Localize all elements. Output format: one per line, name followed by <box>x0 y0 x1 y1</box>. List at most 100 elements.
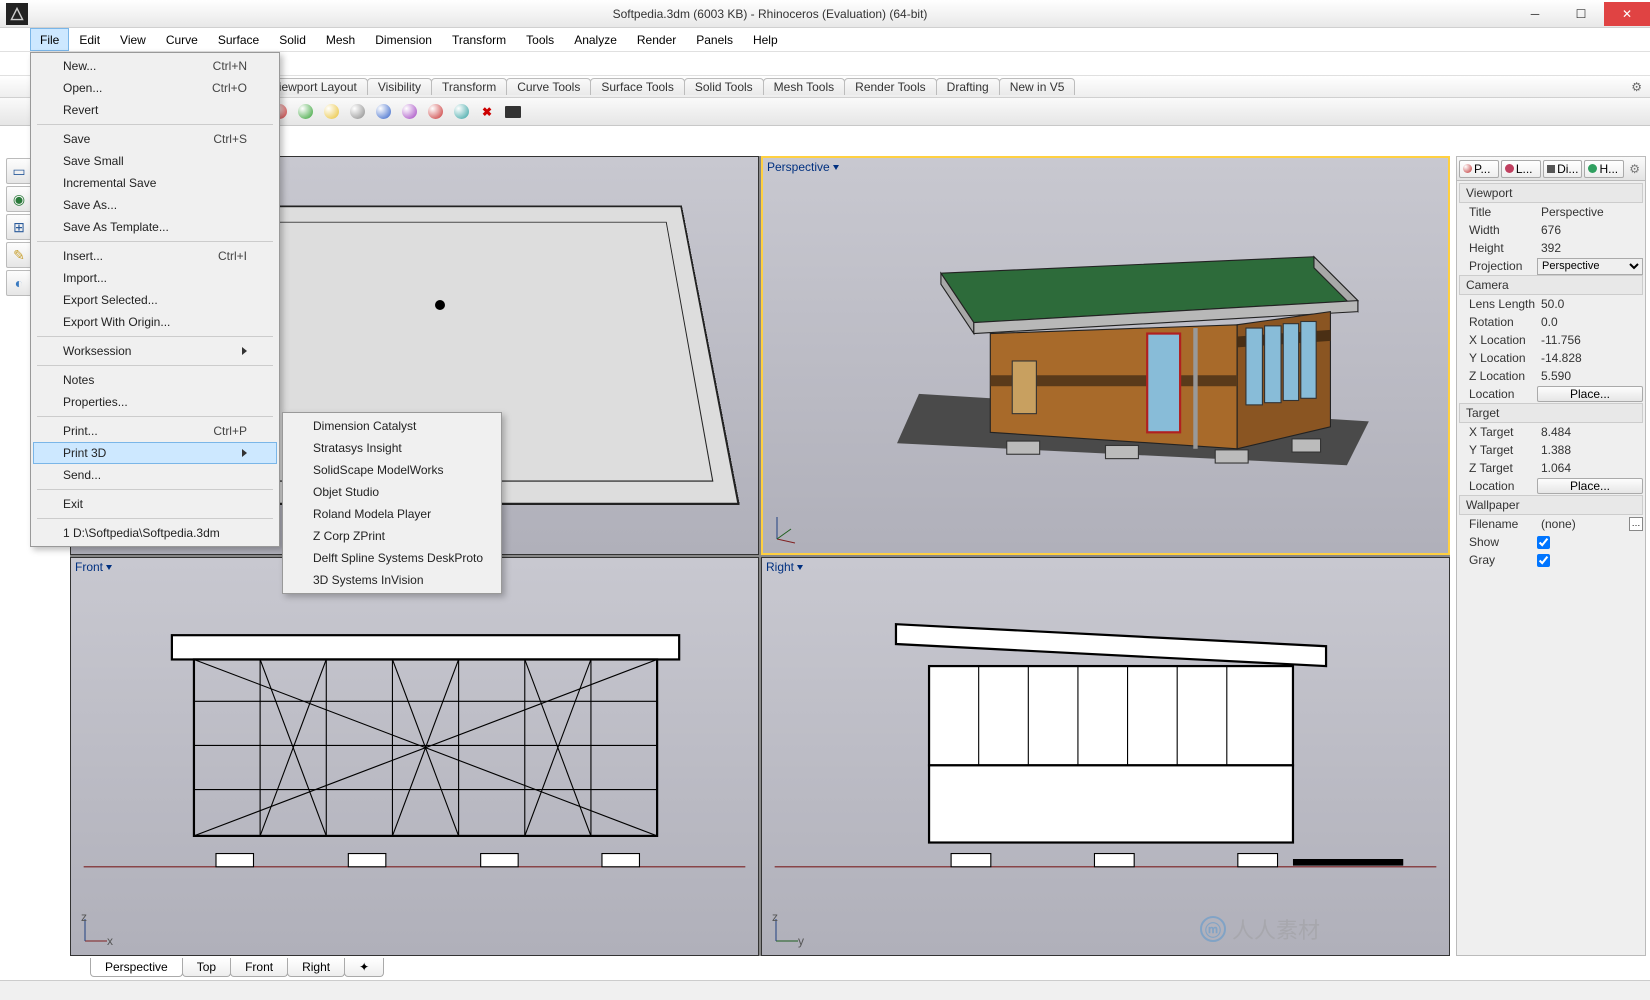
menu-edit[interactable]: Edit <box>69 28 110 51</box>
property-label: Y Location <box>1459 351 1537 365</box>
add-view-tab[interactable]: ✦ <box>344 958 384 977</box>
menu-item[interactable]: Open...Ctrl+O <box>33 77 277 99</box>
toolbar-tab[interactable]: Render Tools <box>844 78 937 95</box>
menu-item[interactable]: Send... <box>33 464 277 486</box>
tool-icon[interactable] <box>398 101 420 123</box>
chevron-down-icon[interactable] <box>797 565 803 570</box>
view-tab[interactable]: Perspective <box>90 958 183 977</box>
menu-surface[interactable]: Surface <box>208 28 269 51</box>
tool-monitor-icon[interactable] <box>502 101 524 123</box>
menu-item[interactable]: Insert...Ctrl+I <box>33 245 277 267</box>
menu-item[interactable]: Incremental Save <box>33 172 277 194</box>
menu-analyze[interactable]: Analyze <box>564 28 627 51</box>
toolbar-tab[interactable]: Drafting <box>936 78 1000 95</box>
menu-item[interactable]: Properties... <box>33 391 277 413</box>
viewport-front[interactable]: Front xz <box>70 557 759 956</box>
chevron-down-icon[interactable] <box>833 165 839 170</box>
place-button[interactable]: Place... <box>1537 478 1643 494</box>
menu-item[interactable]: Exit <box>33 493 277 515</box>
place-button[interactable]: Place... <box>1537 386 1643 402</box>
projection-select[interactable]: Perspective <box>1537 258 1643 275</box>
chevron-down-icon[interactable] <box>106 565 112 570</box>
menu-item[interactable]: Print 3D <box>33 442 277 464</box>
menu-help[interactable]: Help <box>743 28 788 51</box>
tool-icon[interactable] <box>294 101 316 123</box>
close-button[interactable]: ✕ <box>1604 2 1650 26</box>
menu-item[interactable]: Notes <box>33 369 277 391</box>
menu-item[interactable]: SolidScape ModelWorks <box>285 459 499 481</box>
menu-item[interactable]: Print...Ctrl+P <box>33 420 277 442</box>
svg-text:z: z <box>772 910 778 924</box>
tool-icon[interactable] <box>424 101 446 123</box>
menu-item[interactable]: Save As... <box>33 194 277 216</box>
viewport-right[interactable]: Right yz <box>761 557 1450 956</box>
tool-icon[interactable] <box>372 101 394 123</box>
menu-item[interactable]: Save Small <box>33 150 277 172</box>
menu-dimension[interactable]: Dimension <box>365 28 442 51</box>
viewport-perspective[interactable]: Perspective <box>761 156 1450 555</box>
toolbar-tab[interactable]: Curve Tools <box>506 78 591 95</box>
menu-item[interactable]: Worksession <box>33 340 277 362</box>
viewport-label[interactable]: Front <box>75 560 103 574</box>
menu-item[interactable]: Dimension Catalyst <box>285 415 499 437</box>
panel-tab[interactable]: L... <box>1501 160 1541 178</box>
tool-button[interactable]: ◉ <box>6 186 32 212</box>
tool-button[interactable]: ▭ <box>6 158 32 184</box>
menu-panels[interactable]: Panels <box>686 28 743 51</box>
tool-delete-icon[interactable]: ✖ <box>476 101 498 123</box>
menu-item[interactable]: Import... <box>33 267 277 289</box>
toolbar-tab[interactable]: Solid Tools <box>684 78 764 95</box>
menu-item[interactable]: 3D Systems InVision <box>285 569 499 591</box>
checkbox[interactable] <box>1537 536 1550 549</box>
menu-mesh[interactable]: Mesh <box>316 28 365 51</box>
menu-view[interactable]: View <box>110 28 156 51</box>
menu-curve[interactable]: Curve <box>156 28 208 51</box>
menu-tools[interactable]: Tools <box>516 28 564 51</box>
viewport-label[interactable]: Perspective <box>767 160 830 174</box>
panel-tab[interactable]: P... <box>1459 160 1499 178</box>
menu-item[interactable]: New...Ctrl+N <box>33 55 277 77</box>
toolbar-tab[interactable]: Transform <box>431 78 507 95</box>
menu-file[interactable]: File <box>30 28 69 51</box>
toolbar-tab[interactable]: Mesh Tools <box>763 78 845 95</box>
menu-render[interactable]: Render <box>627 28 686 51</box>
menu-transform[interactable]: Transform <box>442 28 516 51</box>
view-tab[interactable]: Front <box>230 958 288 977</box>
tool-button[interactable]: ◐ <box>6 270 32 296</box>
maximize-button[interactable]: ☐ <box>1558 2 1604 26</box>
menu-item[interactable]: Z Corp ZPrint <box>285 525 499 547</box>
toolbar-tab[interactable]: Surface Tools <box>590 78 685 95</box>
menu-item[interactable]: Export With Origin... <box>33 311 277 333</box>
menu-item[interactable]: Objet Studio <box>285 481 499 503</box>
property-label: Rotation <box>1459 315 1537 329</box>
gear-icon[interactable]: ⚙ <box>1631 80 1642 94</box>
tool-icon[interactable] <box>346 101 368 123</box>
menu-item[interactable]: Export Selected... <box>33 289 277 311</box>
panel-tab[interactable]: H... <box>1584 160 1624 178</box>
view-tab[interactable]: Top <box>182 958 231 977</box>
view-tab[interactable]: Right <box>287 958 345 977</box>
menu-item[interactable]: Roland Modela Player <box>285 503 499 525</box>
tool-button[interactable]: ⊞ <box>6 214 32 240</box>
property-value: 1.064 <box>1537 461 1643 475</box>
menu-item[interactable]: Stratasys Insight <box>285 437 499 459</box>
tool-button[interactable]: ✎ <box>6 242 32 268</box>
checkbox[interactable] <box>1537 554 1550 567</box>
viewport-label[interactable]: Right <box>766 560 794 574</box>
toolbar-tab[interactable]: Visibility <box>367 78 432 95</box>
minimize-button[interactable]: ─ <box>1512 2 1558 26</box>
browse-button[interactable]: … <box>1629 517 1643 531</box>
menu-item[interactable]: 1 D:\Softpedia\Softpedia.3dm <box>33 522 277 544</box>
menu-item[interactable]: Delft Spline Systems DeskProto <box>285 547 499 569</box>
tool-icon[interactable] <box>320 101 342 123</box>
print3d-submenu: Dimension CatalystStratasys InsightSolid… <box>282 412 502 594</box>
menu-item[interactable]: Revert <box>33 99 277 121</box>
panel-tab[interactable]: Di... <box>1543 160 1583 178</box>
tool-icon[interactable] <box>450 101 472 123</box>
menu-item[interactable]: SaveCtrl+S <box>33 128 277 150</box>
menubar: FileEditViewCurveSurfaceSolidMeshDimensi… <box>0 28 1650 52</box>
menu-solid[interactable]: Solid <box>269 28 316 51</box>
gear-icon[interactable]: ⚙ <box>1626 162 1643 176</box>
toolbar-tab[interactable]: New in V5 <box>999 78 1076 95</box>
menu-item[interactable]: Save As Template... <box>33 216 277 238</box>
